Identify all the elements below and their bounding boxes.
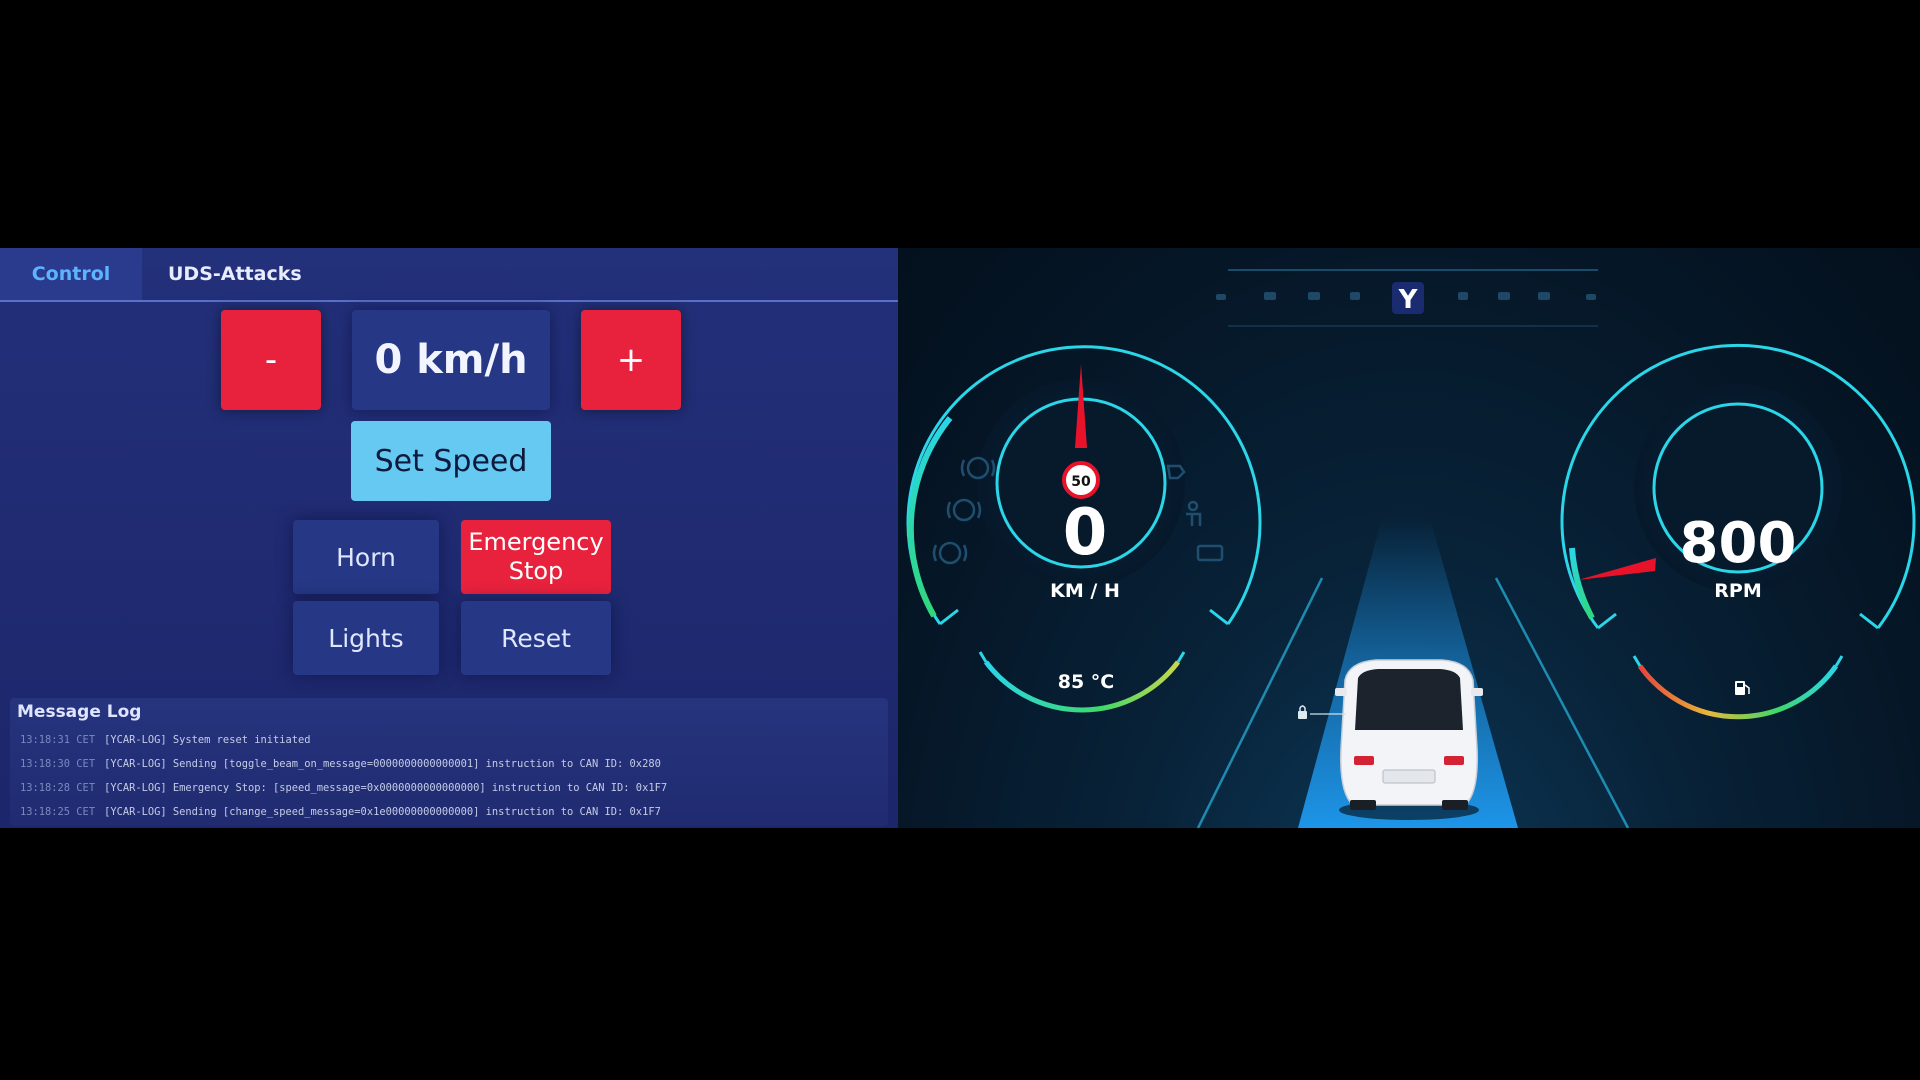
speedometer: 50 0 KM / H 85 °C: [906, 345, 1262, 713]
car-icon: [1335, 659, 1483, 820]
set-speed-button[interactable]: Set Speed: [351, 421, 551, 501]
log-text: [YCAR-LOG] Emergency Stop: [speed_messag…: [104, 782, 668, 794]
temperature-value: 85 °C: [1058, 671, 1115, 693]
speed-unit: KM / H: [1050, 580, 1120, 602]
fuel-pump-icon: [1735, 681, 1750, 695]
speed-limit-value: 50: [1071, 474, 1091, 490]
rpm-needle: [1578, 558, 1656, 580]
log-entry: 13:18:25 CET [YCAR-LOG] Sending [change_s…: [20, 800, 890, 824]
log-entry: 13:18:30 CET [YCAR-LOG] Sending [toggle_b…: [20, 752, 890, 776]
emergency-stop-button[interactable]: Emergency Stop: [461, 520, 611, 594]
instrument-cluster: Y 50 0 KM / H 85 °C 800 RPM: [898, 248, 1920, 828]
log-text: [YCAR-LOG] Sending [toggle_beam_on_messa…: [104, 758, 661, 770]
seatbelt-icon: [1186, 500, 1202, 526]
log-text: [YCAR-LOG] Sending [change_speed_message…: [104, 806, 661, 818]
tab-uds-attacks[interactable]: UDS-Attacks: [168, 248, 302, 300]
rpm-value: 800: [1680, 511, 1797, 576]
logo-letter: Y: [1398, 285, 1419, 315]
battery-icon: [1196, 544, 1224, 562]
control-panel: Control UDS-Attacks - 0 km/h + Set Speed…: [0, 248, 898, 828]
brand-logo: Y: [1392, 282, 1424, 315]
lights-button[interactable]: Lights: [293, 601, 439, 675]
log-text: [YCAR-LOG] System reset initiated: [104, 734, 311, 746]
decrease-speed-button[interactable]: -: [221, 310, 321, 410]
log-entry: 13:18:28 CET [YCAR-LOG] Emergency Stop: […: [20, 776, 890, 800]
log-timestamp: 13:18:31 CET: [20, 734, 96, 746]
brake-system-icon: [946, 498, 982, 522]
log-timestamp: 13:18:30 CET: [20, 758, 96, 770]
cluster-graphics: Y 50 0 KM / H 85 °C 800 RPM: [906, 269, 1916, 828]
tire-pressure-icon: [932, 541, 968, 565]
horn-button[interactable]: Horn: [293, 520, 439, 594]
speed-value: 0: [1063, 496, 1108, 570]
tachometer: 800 RPM: [1560, 343, 1916, 720]
lane-line-right: [1494, 577, 1630, 828]
increase-speed-button[interactable]: +: [581, 310, 681, 410]
message-log-title: Message Log: [17, 702, 142, 722]
reset-button[interactable]: Reset: [461, 601, 611, 675]
tab-bar: Control UDS-Attacks: [0, 248, 898, 302]
speed-limit-sign: 50: [1062, 461, 1100, 499]
log-entry: 13:18:31 CET [YCAR-LOG] System reset init…: [20, 728, 890, 752]
message-log: Message Log 13:18:31 CET [YCAR-LOG] Syste…: [10, 698, 888, 826]
speed-arc-left-highlight: [907, 416, 953, 618]
rpm-unit: RPM: [1714, 580, 1761, 602]
tab-control[interactable]: Control: [0, 248, 142, 300]
log-timestamp: 13:18:25 CET: [20, 806, 96, 818]
speed-display: 0 km/h: [352, 310, 550, 410]
rpm-arc-highlight: [1569, 547, 1595, 620]
log-list[interactable]: 13:18:31 CET [YCAR-LOG] System reset init…: [20, 728, 890, 824]
log-timestamp: 13:18:28 CET: [20, 782, 96, 794]
